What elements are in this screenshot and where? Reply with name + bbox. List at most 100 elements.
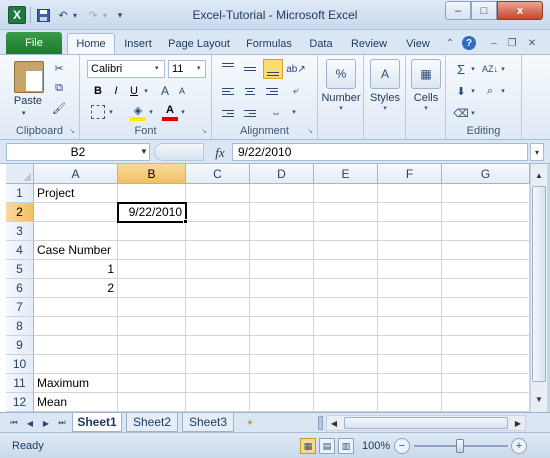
bold-icon[interactable]: B xyxy=(91,83,105,99)
cell-d8[interactable] xyxy=(250,317,314,336)
formula-bar-splitter[interactable] xyxy=(154,143,204,161)
cell-a11[interactable]: Maximum xyxy=(34,374,118,393)
worksheet-grid[interactable]: ABCDEFG 1 2 3 4 5 6 7 8 9 10 11 12 Project 9/22/2010… xyxy=(0,164,530,412)
row-header-9[interactable]: 9 xyxy=(6,336,34,355)
cell-g11[interactable] xyxy=(442,374,530,393)
page-break-view-icon[interactable]: ▥ xyxy=(338,438,354,454)
cell-b5[interactable] xyxy=(118,260,186,279)
workbook-close-icon[interactable]: ✕ xyxy=(525,36,539,50)
cell-c5[interactable] xyxy=(186,260,250,279)
cell-f3[interactable] xyxy=(378,222,442,241)
cell-e12[interactable] xyxy=(314,393,378,412)
cell-g8[interactable] xyxy=(442,317,530,336)
cell-b10[interactable] xyxy=(118,355,186,374)
cell-f11[interactable] xyxy=(378,374,442,393)
minimize-ribbon-icon[interactable]: ⌃ xyxy=(443,36,457,50)
row-header-6[interactable]: 6 xyxy=(6,279,34,298)
font-launcher-icon[interactable]: ↘ xyxy=(200,127,208,135)
align-middle-icon[interactable] xyxy=(241,61,259,77)
cell-g6[interactable] xyxy=(442,279,530,298)
cell-a6[interactable]: 2 xyxy=(34,279,118,298)
column-header-e[interactable]: E xyxy=(314,164,378,184)
cell-a10[interactable] xyxy=(34,355,118,374)
cell-f1[interactable] xyxy=(378,184,442,203)
autosum-icon[interactable]: Σ xyxy=(454,61,468,77)
cell-g3[interactable] xyxy=(442,222,530,241)
font-name-dropdown-icon[interactable]: ▾ xyxy=(155,64,159,72)
horizontal-scrollbar[interactable]: ◀ ▶ xyxy=(326,415,526,431)
merge-dropdown-icon[interactable]: ▾ xyxy=(291,108,297,116)
cell-e11[interactable] xyxy=(314,374,378,393)
cell-a1[interactable]: Project xyxy=(34,184,118,203)
cell-g12[interactable] xyxy=(442,393,530,412)
help-icon[interactable]: ? xyxy=(462,36,476,50)
cell-e4[interactable] xyxy=(314,241,378,260)
workbook-restore-icon[interactable]: ❐ xyxy=(505,36,519,50)
tab-file[interactable]: File xyxy=(6,32,62,54)
sort-filter-icon[interactable]: AZ↓ xyxy=(482,61,498,77)
zoom-level[interactable]: 100% xyxy=(362,440,390,452)
orientation-icon[interactable]: ab↗ xyxy=(286,61,306,77)
cell-b2[interactable]: 9/22/2010 xyxy=(118,203,186,222)
cell-e6[interactable] xyxy=(314,279,378,298)
cell-f9[interactable] xyxy=(378,336,442,355)
align-center-icon[interactable] xyxy=(241,83,259,99)
scroll-left-icon[interactable]: ◀ xyxy=(327,416,341,430)
column-header-a[interactable]: A xyxy=(34,164,118,184)
format-painter-icon[interactable]: 🖌 xyxy=(52,101,66,115)
cell-c4[interactable] xyxy=(186,241,250,260)
cell-g9[interactable] xyxy=(442,336,530,355)
font-name-select[interactable]: Calibri xyxy=(87,60,165,78)
tab-formulas[interactable]: Formulas xyxy=(241,33,297,54)
cell-g4[interactable] xyxy=(442,241,530,260)
wrap-text-icon[interactable]: ⤶ xyxy=(287,83,305,99)
row-header-3[interactable]: 3 xyxy=(6,222,34,241)
tab-insert[interactable]: Insert xyxy=(117,33,159,54)
cell-g7[interactable] xyxy=(442,298,530,317)
cell-b8[interactable] xyxy=(118,317,186,336)
cell-d7[interactable] xyxy=(250,298,314,317)
insert-function-icon[interactable]: fx xyxy=(212,145,228,160)
tab-review[interactable]: Review xyxy=(346,33,392,54)
scroll-up-icon[interactable]: ▲ xyxy=(531,167,547,183)
find-select-icon[interactable]: ⌕ xyxy=(482,83,498,99)
cell-a9[interactable] xyxy=(34,336,118,355)
column-header-b[interactable]: B xyxy=(118,164,186,184)
cell-d10[interactable] xyxy=(250,355,314,374)
row-header-5[interactable]: 5 xyxy=(6,260,34,279)
first-sheet-icon[interactable]: ⏮ xyxy=(8,417,20,429)
align-right-icon[interactable] xyxy=(263,83,281,99)
column-header-f[interactable]: F xyxy=(378,164,442,184)
zoom-in-icon[interactable]: + xyxy=(511,438,527,454)
cell-c8[interactable] xyxy=(186,317,250,336)
fill-color-dropdown-icon[interactable]: ▾ xyxy=(148,108,154,116)
autosum-dropdown-icon[interactable]: ▾ xyxy=(470,65,476,73)
cell-e1[interactable] xyxy=(314,184,378,203)
cells-button[interactable]: ▦ Cells ▾ xyxy=(410,59,442,117)
alignment-launcher-icon[interactable]: ↘ xyxy=(306,127,314,135)
cell-g1[interactable] xyxy=(442,184,530,203)
cell-c11[interactable] xyxy=(186,374,250,393)
underline-icon[interactable]: U xyxy=(127,83,141,99)
cell-b6[interactable] xyxy=(118,279,186,298)
row-header-10[interactable]: 10 xyxy=(6,355,34,374)
fill-down-icon[interactable]: ⬇ xyxy=(454,83,468,99)
cell-c12[interactable] xyxy=(186,393,250,412)
find-select-dropdown-icon[interactable]: ▾ xyxy=(500,87,506,95)
sheet-tab-sheet1[interactable]: Sheet1 xyxy=(72,413,122,432)
cell-e5[interactable] xyxy=(314,260,378,279)
vertical-scroll-thumb[interactable] xyxy=(532,186,546,382)
close-button[interactable]: x xyxy=(497,1,543,20)
next-sheet-icon[interactable]: ▶ xyxy=(40,417,52,429)
cell-d3[interactable] xyxy=(250,222,314,241)
cell-c9[interactable] xyxy=(186,336,250,355)
paste-dropdown-icon[interactable]: ▾ xyxy=(22,109,26,117)
workbook-minimize-icon[interactable]: – xyxy=(487,36,501,50)
cell-e2[interactable] xyxy=(314,203,378,222)
name-box-dropdown-icon[interactable]: ▼ xyxy=(140,147,148,156)
copy-icon[interactable]: ⧉ xyxy=(52,81,66,95)
clear-icon[interactable]: ⌫ xyxy=(453,105,469,121)
decrease-indent-icon[interactable] xyxy=(219,105,237,121)
align-top-icon[interactable] xyxy=(219,61,237,77)
paste-button-label[interactable]: Paste xyxy=(8,95,48,107)
